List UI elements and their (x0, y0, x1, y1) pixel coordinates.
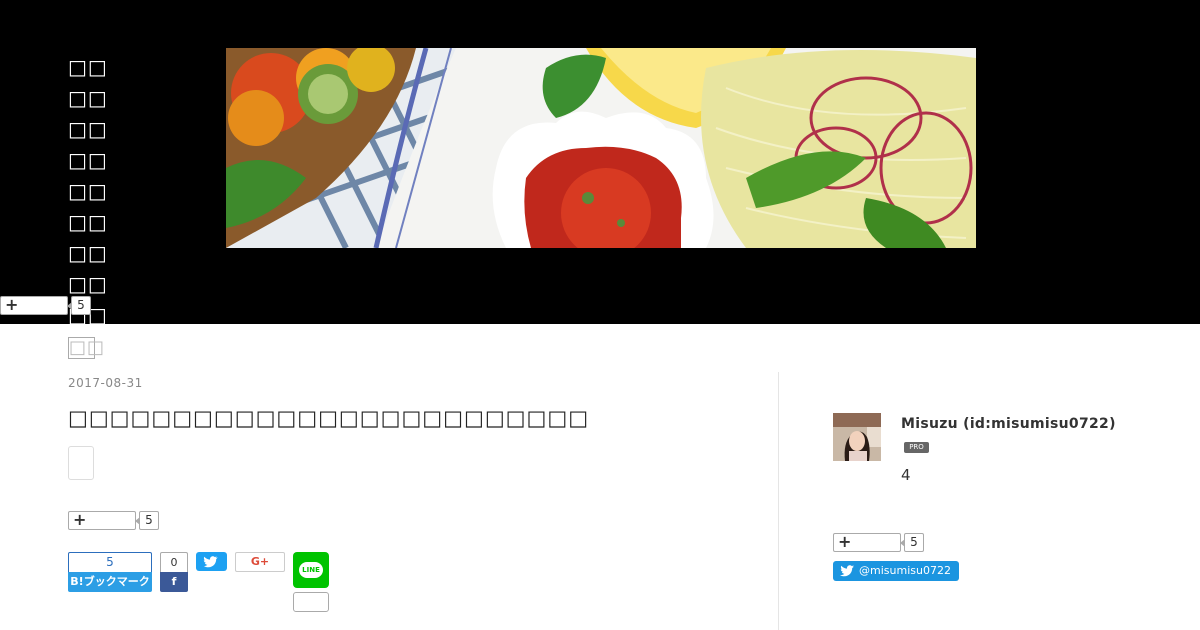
title-glyph: □□ (68, 241, 108, 265)
add-star-button[interactable]: + (68, 510, 136, 530)
header-image (226, 48, 976, 248)
sidebar-star-widget: + 5 (833, 532, 924, 552)
plus-icon: + (838, 532, 852, 551)
facebook-count: 0 (160, 552, 188, 572)
twitter-icon (840, 565, 854, 577)
line-count-box (293, 592, 329, 612)
twitter-share-button[interactable] (196, 552, 227, 571)
plus-icon: + (73, 510, 87, 529)
facebook-icon: f (160, 572, 188, 592)
share-buttons: 5 B!ブックマーク 0 f G+ LINE (68, 552, 329, 612)
entry-title[interactable]: □□□□□□□□□□□□□□□□□□□□□□□□□ (68, 406, 589, 430)
title-glyph: □□ (68, 148, 108, 172)
hatena-bookmark-label: B!ブックマーク (68, 572, 152, 592)
profile-count: 4 (901, 466, 911, 484)
twitter-handle: @misumisu0722 (859, 564, 951, 577)
title-glyph: □□ (68, 337, 106, 359)
blog-header: □□ □□ □□ □□ □□ □□ □□ □□ □□ □□ + 5 (0, 0, 1200, 359)
entry-date[interactable]: 2017-08-31 (68, 376, 143, 390)
avatar[interactable] (833, 413, 881, 461)
sidebar-divider (778, 372, 779, 630)
star-count[interactable]: 5 (900, 533, 924, 552)
category-placeholder[interactable] (68, 446, 94, 480)
facebook-share-button[interactable]: 0 f (160, 552, 188, 592)
add-star-button[interactable]: + (0, 295, 68, 315)
title-glyph: □□ (68, 210, 108, 234)
twitter-follow-button[interactable]: @misumisu0722 (833, 561, 959, 581)
googleplus-share-button[interactable]: G+ (235, 552, 285, 572)
twitter-icon (203, 556, 218, 568)
title-glyph: □□ (68, 117, 108, 141)
line-share: LINE (293, 552, 329, 612)
title-glyph: □□ (68, 55, 108, 79)
line-icon: LINE (299, 562, 323, 578)
title-glyph: □□ (68, 179, 108, 203)
plus-icon: + (5, 295, 19, 314)
entry-star-widget: + 5 (68, 510, 159, 530)
pro-badge: PRO (904, 442, 929, 453)
hatena-bookmark-count: 5 (68, 552, 152, 572)
hatena-bookmark-button[interactable]: 5 B!ブックマーク (68, 552, 152, 592)
profile-name[interactable]: Misuzu (id:misumisu0722) (901, 416, 1116, 432)
star-count[interactable]: 5 (135, 511, 159, 530)
line-share-button[interactable]: LINE (293, 552, 329, 588)
star-count[interactable]: 5 (67, 296, 91, 315)
header-star-widget: + 5 (0, 295, 91, 315)
title-glyph: □□ (68, 86, 108, 110)
avatar-image (833, 413, 881, 461)
salad-photo (226, 48, 976, 248)
add-star-button[interactable]: + (833, 532, 901, 552)
